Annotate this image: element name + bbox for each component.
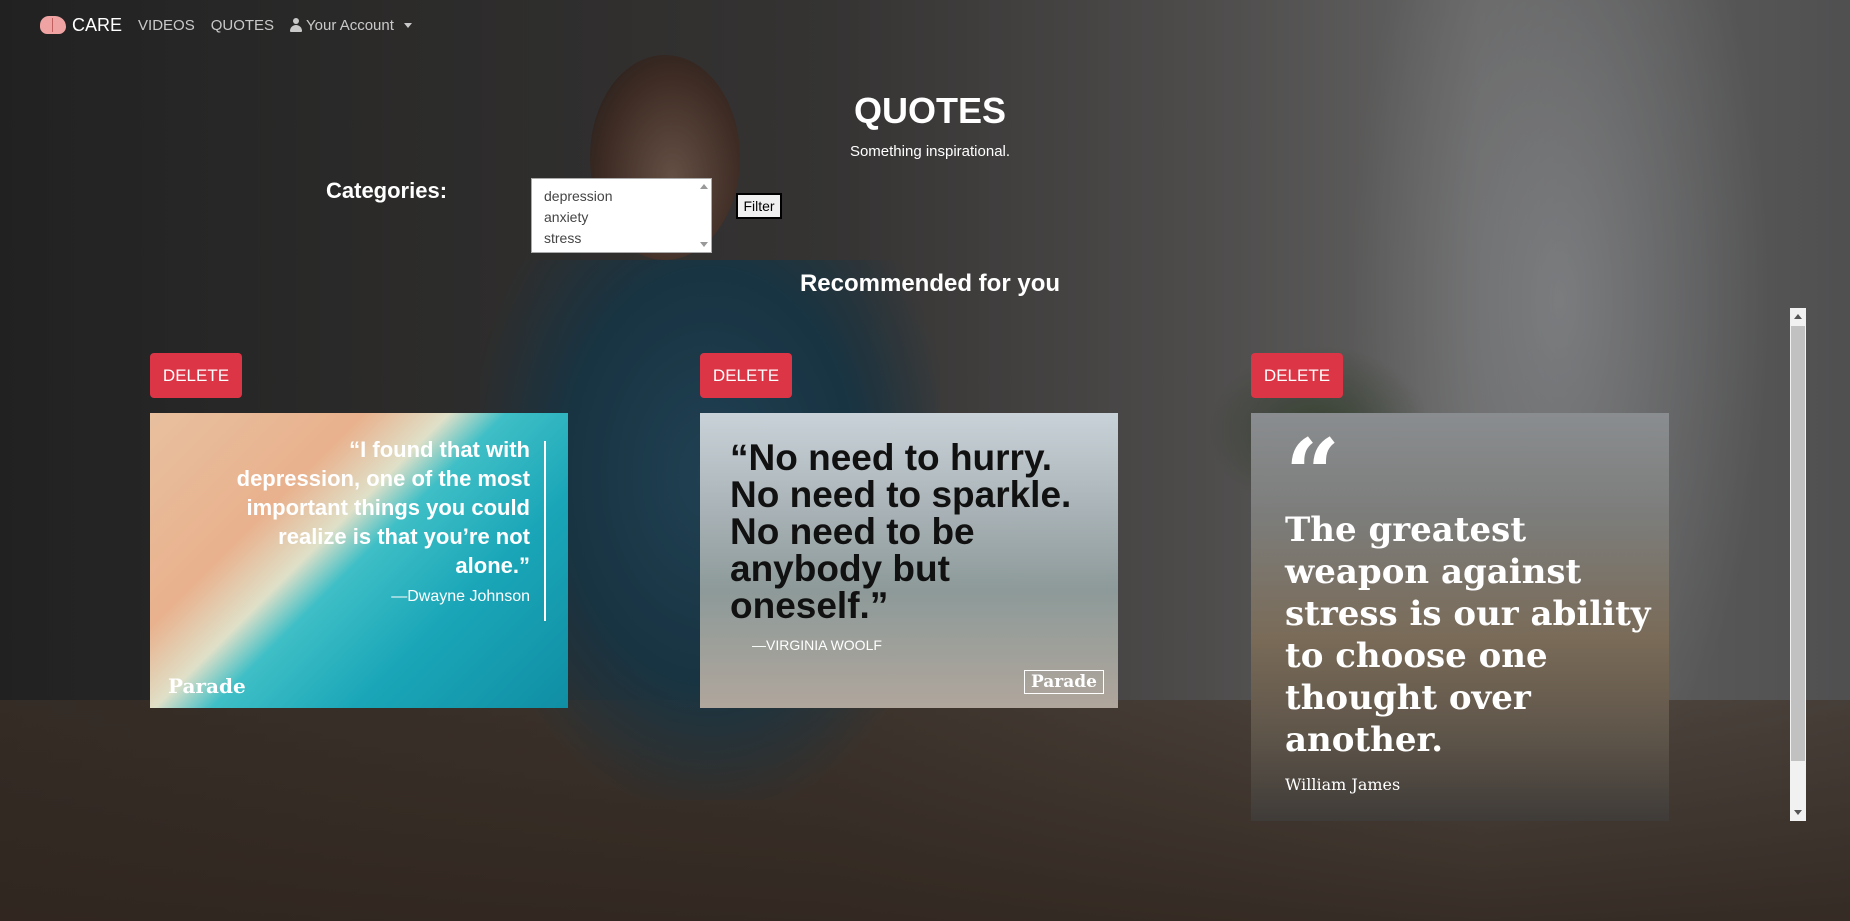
quote-card: “ The greatest weapon against stress is … xyxy=(1251,413,1669,821)
category-option-stress[interactable]: stress xyxy=(532,228,711,249)
delete-button[interactable]: DELETE xyxy=(700,353,792,398)
quote-author: —VIRGINIA WOOLF xyxy=(752,637,882,653)
quote-card: “No need to hurry. No need to sparkle. N… xyxy=(700,413,1118,708)
quote-text: “I found that with depression, one of th… xyxy=(236,437,530,578)
quote-text: The greatest weapon against stress is ou… xyxy=(1285,510,1651,760)
brand-label: CARE xyxy=(72,14,123,35)
scrollbar-thumb[interactable] xyxy=(1791,326,1805,761)
account-label: Your Account xyxy=(306,16,394,34)
quote-text: “No need to hurry. No need to sparkle. N… xyxy=(730,437,1072,626)
quote-card: “I found that with depression, one of th… xyxy=(150,413,568,708)
user-icon xyxy=(290,18,303,32)
navbar: CARE VIDEOS QUOTES Your Account xyxy=(40,10,412,40)
category-select-scrollbar[interactable] xyxy=(696,179,711,252)
brand-link[interactable]: CARE xyxy=(40,15,122,36)
brain-icon xyxy=(40,16,66,34)
page-subtitle: Something inspirational. xyxy=(849,143,1011,160)
scroll-down-icon[interactable] xyxy=(700,242,708,247)
filter-button[interactable]: Filter xyxy=(736,193,782,219)
delete-button[interactable]: DELETE xyxy=(1251,353,1343,398)
nav-link-quotes[interactable]: QUOTES xyxy=(211,17,274,34)
nav-link-videos[interactable]: VIDEOS xyxy=(138,17,195,34)
scroll-up-icon[interactable] xyxy=(700,184,708,189)
category-option-depression[interactable]: depression xyxy=(532,186,711,207)
quote-divider xyxy=(544,441,546,621)
scroll-up-icon[interactable] xyxy=(1794,314,1802,319)
caret-down-icon xyxy=(403,22,412,28)
recommended-heading: Recommended for you xyxy=(799,270,1061,297)
quote-author: —Dwayne Johnson xyxy=(391,588,530,605)
category-select[interactable]: depression anxiety stress xyxy=(531,178,712,253)
source-logo: Parade xyxy=(168,674,246,698)
scroll-down-icon[interactable] xyxy=(1794,810,1802,815)
quote-author: William James xyxy=(1285,775,1401,794)
page-title: QUOTES xyxy=(853,90,1006,131)
page-scrollbar[interactable] xyxy=(1790,308,1806,821)
category-option-anxiety[interactable]: anxiety xyxy=(532,207,711,228)
categories-label: Categories: xyxy=(326,178,448,203)
source-logo: Parade xyxy=(1023,670,1104,694)
delete-button[interactable]: DELETE xyxy=(150,353,242,398)
account-dropdown[interactable]: Your Account xyxy=(290,17,412,34)
